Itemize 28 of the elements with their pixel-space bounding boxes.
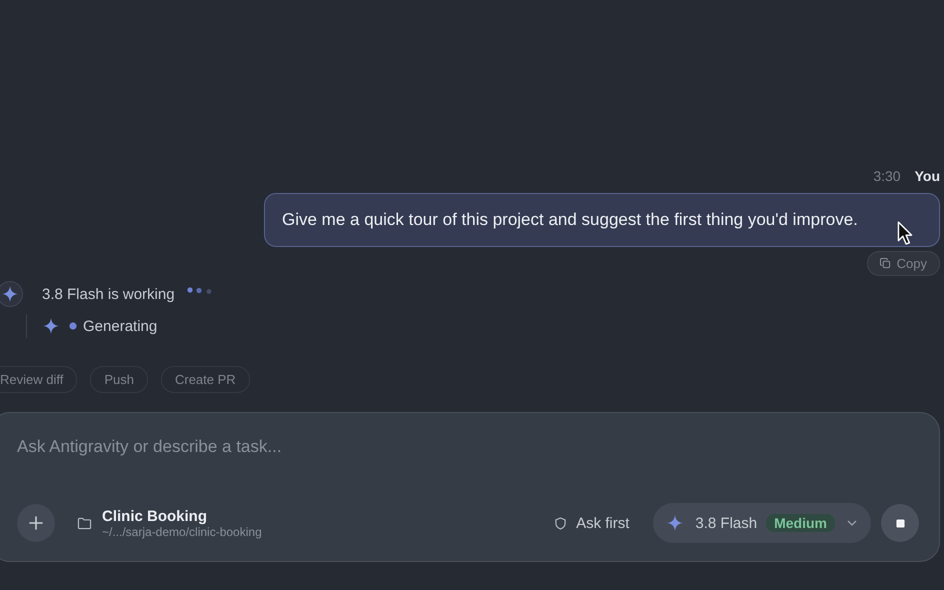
model-selector[interactable]: 3.8 Flash Medium [653,503,871,543]
add-button[interactable] [17,504,55,542]
quick-action-button[interactable]: Review diff [0,366,78,393]
status-text: 3.8 Flash is working [42,286,175,302]
chevron-down-icon [847,520,857,526]
mouse-cursor-icon [896,221,913,245]
effort-badge: Medium [766,514,835,532]
copy-icon [880,258,891,269]
stop-button[interactable] [881,504,919,542]
quick-action-button[interactable]: Push [90,366,148,393]
quick-action-button[interactable]: Create PR [160,366,250,393]
folder-icon [77,516,92,530]
plus-icon [29,516,43,530]
shield-icon [555,516,566,530]
stop-icon [896,518,904,528]
agent-avatar [0,281,23,307]
message-author: You [914,168,940,184]
permission-button[interactable]: Ask first [555,514,630,532]
project-path: ~/.../sarja-demo/clinic-booking [102,524,262,538]
copy-button[interactable]: Copy [866,251,940,276]
sparkle-icon [43,318,59,334]
message-bubble: Give me a quick tour of this project and suggest the first thing you'd improve. [264,193,940,247]
prompt-input[interactable]: Ask Antigravity or describe a task... [17,435,919,459]
project-name[interactable]: Clinic Booking [102,508,262,524]
sparkle-icon [667,515,684,531]
step-label: Generating [83,318,158,334]
progress-dot-icon [69,322,77,330]
message-time: 3:30 [873,168,901,184]
